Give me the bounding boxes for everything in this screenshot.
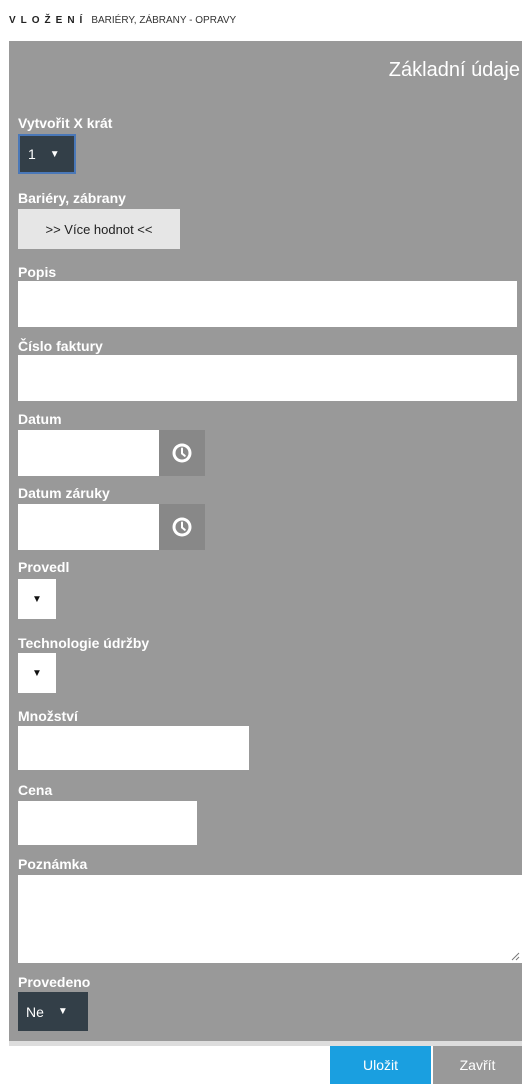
form-subtitle: BARIÉRY, ZÁBRANY - OPRAVY [91, 14, 237, 26]
clock-icon [172, 443, 192, 463]
chevron-down-icon: ▼ [32, 593, 42, 605]
note-textarea[interactable] [18, 875, 522, 963]
chevron-down-icon: ▼ [57, 1006, 68, 1017]
performed-by-label: Provedl [18, 559, 70, 575]
more-values-button[interactable]: >> Více hodnot << [18, 209, 180, 249]
warranty-date-input[interactable] [18, 504, 159, 550]
technology-select[interactable]: ▼ [18, 653, 56, 693]
warranty-label: Datum záruky [18, 485, 110, 501]
quantity-input[interactable] [18, 726, 249, 770]
save-button[interactable]: Uložit [330, 1046, 431, 1084]
performed-by-select[interactable]: ▼ [18, 579, 56, 619]
resize-handle-icon[interactable] [510, 951, 520, 961]
date-input[interactable] [18, 430, 159, 476]
close-button[interactable]: Zavřít [433, 1046, 522, 1084]
date-picker-button[interactable] [159, 430, 205, 476]
done-value: Ne [26, 1003, 44, 1020]
form-panel: Základní údaje Vytvořit X krát 1 ▼ Barié… [9, 41, 522, 1041]
chevron-down-icon: ▼ [49, 148, 60, 160]
done-select[interactable]: Ne ▼ [18, 992, 88, 1031]
done-label: Provedeno [18, 974, 91, 990]
technology-label: Technologie údržby [18, 635, 150, 651]
form-title: VLOŽENÍ [9, 14, 88, 26]
clock-icon [172, 517, 192, 537]
date-label: Datum [18, 411, 62, 427]
note-label: Poznámka [18, 856, 88, 872]
description-label: Popis [18, 264, 57, 280]
quantity-label: Množství [18, 708, 78, 724]
form-header: VLOŽENÍ BARIÉRY, ZÁBRANY - OPRAVY [9, 10, 236, 30]
invoice-label: Číslo faktury [18, 338, 103, 354]
price-input[interactable] [18, 801, 197, 845]
warranty-picker-button[interactable] [159, 504, 205, 550]
barriers-label: Bariéry, zábrany [18, 190, 126, 206]
repeat-value: 1 [28, 146, 36, 162]
section-title: Základní údaje [388, 59, 520, 81]
repeat-select[interactable]: 1 ▼ [18, 134, 76, 174]
repeat-label: Vytvořit X krát [18, 115, 113, 131]
invoice-input[interactable] [18, 355, 517, 401]
chevron-down-icon: ▼ [32, 667, 42, 679]
price-label: Cena [18, 782, 53, 798]
description-input[interactable] [18, 281, 517, 327]
